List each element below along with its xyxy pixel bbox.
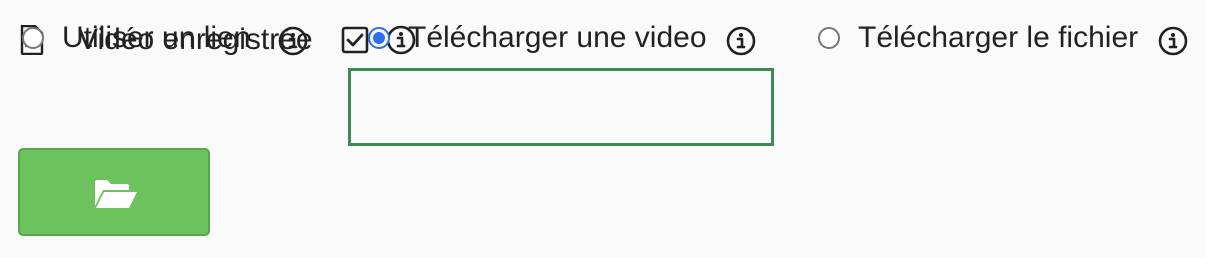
upload-folder-button[interactable]: [18, 148, 210, 236]
radio-button[interactable]: [818, 27, 840, 49]
info-circle-icon[interactable]: [278, 26, 308, 56]
selected-option-highlight: [348, 68, 774, 146]
info-circle-icon[interactable]: [1158, 26, 1188, 56]
radio-option-upload-video[interactable]: Télécharger une video: [348, 0, 774, 78]
radio-button-selected[interactable]: [368, 27, 390, 49]
radio-label-use-link[interactable]: Utiliser un lien: [62, 18, 250, 58]
info-circle-icon[interactable]: [726, 26, 756, 56]
folder-open-icon: [95, 180, 137, 208]
radio-label-upload-file[interactable]: Télécharger le fichier: [858, 18, 1138, 58]
radio-option-upload-file[interactable]: Télécharger le fichier: [800, 0, 1206, 78]
radio-button[interactable]: [22, 27, 44, 49]
radio-label-upload-video[interactable]: Télécharger une video: [408, 18, 707, 58]
radio-option-use-link[interactable]: Utiliser un lien: [0, 0, 340, 78]
